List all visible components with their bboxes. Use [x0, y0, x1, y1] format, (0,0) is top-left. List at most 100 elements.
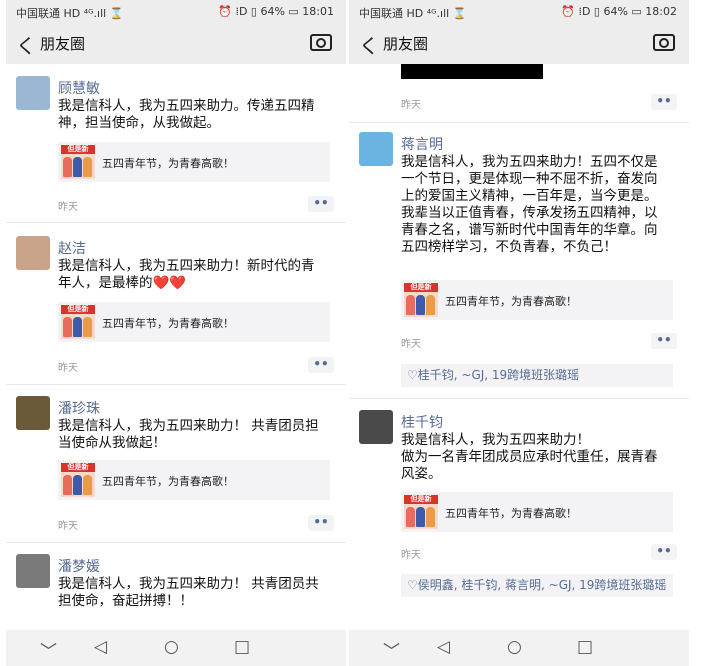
shared-link-thumbnail: 但是新 — [404, 495, 438, 529]
back-arrow-icon[interactable]: く — [359, 30, 379, 59]
moments-feed[interactable]: 昨天 •• 蒋言明 我是信科人，我为五四来助力！五四不仅是一个节日，更是体现一种… — [349, 64, 689, 630]
status-carrier: 中国联通 HD ⁴ᴳ.ıll ⌛ — [359, 7, 467, 20]
poster-name[interactable]: 潘梦媛 — [58, 556, 100, 576]
avatar[interactable] — [359, 132, 393, 166]
shared-link-title: 五四青年节，为青春高歌！ — [445, 295, 577, 308]
thumbnail-banner: 但是新 — [61, 305, 95, 314]
phone-screen-left: 中国联通 HD ⁴ᴳ.ıll ⌛ ⏰ ⁞D ▯ 64% ▭ 18:01 く 朋友… — [6, 0, 346, 666]
system-nav-bar: ﹀ ◁ ○ □ — [349, 630, 689, 666]
chevron-down-icon[interactable]: ﹀ — [40, 637, 57, 662]
thumbnail-figure — [63, 475, 72, 495]
status-indicators: ⏰ ⁞D ▯ 64% ▭ 18:01 — [218, 5, 334, 18]
thumbnail-figure — [416, 295, 425, 315]
poster-name[interactable]: 潘珍珠 — [58, 398, 100, 418]
thumbnail-figure — [406, 507, 415, 527]
shared-link-card[interactable]: 但是新 五四青年节，为青春高歌！ — [58, 460, 330, 500]
thumbnail-figure — [406, 295, 415, 315]
moment-post: 桂千钧 我是信科人，我为五四来助力！ 做为一名青年团成员应承时代重任，展青春风姿… — [349, 410, 689, 630]
likes-list[interactable]: ♡桂千钧, ~GJ, 19跨境班张璐瑶 — [401, 364, 673, 387]
divider — [349, 398, 689, 399]
poster-name[interactable]: 蒋言明 — [401, 134, 443, 154]
post-time: 昨天 — [401, 550, 421, 561]
post-text: 我是信科人，我为五四来助力。传递五四精神，担当使命，从我做起。 — [58, 98, 315, 131]
page-title: 朋友圈 — [383, 35, 429, 53]
post-text: 我是信科人，我为五四来助力！ 共青团员共担使命，奋起拼搏！！ — [58, 576, 319, 609]
moment-post: 顾慧敏 我是信科人，我为五四来助力。传递五四精神，担当使命，从我做起。 但是新 … — [6, 76, 346, 226]
more-actions-button[interactable]: •• — [308, 196, 334, 212]
thumbnail-banner: 但是新 — [404, 283, 438, 292]
divider — [6, 384, 346, 385]
more-actions-button[interactable]: •• — [651, 94, 677, 110]
more-actions-button[interactable]: •• — [308, 515, 334, 531]
thumbnail-banner: 但是新 — [404, 495, 438, 504]
more-actions-button[interactable]: •• — [651, 544, 677, 560]
thumbnail-figure — [63, 157, 72, 177]
camera-icon[interactable] — [653, 34, 675, 51]
post-time: 昨天 — [401, 100, 421, 111]
nav-recent-apps-icon[interactable]: □ — [234, 637, 250, 657]
title-bar: く 朋友圈 — [6, 22, 346, 64]
poster-name[interactable]: 赵洁 — [58, 238, 86, 258]
shared-link-title: 五四青年节，为青春高歌！ — [102, 317, 234, 330]
poster-name[interactable]: 桂千钧 — [401, 412, 443, 432]
nav-home-icon[interactable]: ○ — [507, 637, 522, 657]
camera-icon[interactable] — [310, 34, 332, 51]
post-text: 我是信科人，我为五四来助力！ 做为一名青年团成员应承时代重任，展青春风姿。 — [401, 432, 658, 482]
back-arrow-icon[interactable]: く — [16, 30, 36, 59]
nav-back-icon[interactable]: ◁ — [437, 637, 450, 657]
post-time: 昨天 — [401, 339, 421, 350]
shared-link-card[interactable]: 但是新 五四青年节，为青春高歌！ — [401, 280, 673, 320]
divider — [6, 222, 346, 223]
status-bar: 中国联通 HD ⁴ᴳ.ıll ⌛ ⏰ ⁞D ▯ 64% ▭ 18:02 — [349, 0, 689, 22]
status-bar: 中国联通 HD ⁴ᴳ.ıll ⌛ ⏰ ⁞D ▯ 64% ▭ 18:01 — [6, 0, 346, 22]
thumbnail-figure — [426, 295, 435, 315]
post-text: 我是信科人，我为五四来助力！ 共青团员担当使命从我做起！ — [58, 418, 319, 451]
thumbnail-banner: 但是新 — [61, 463, 95, 472]
thumbnail-figure — [73, 475, 82, 495]
nav-back-icon[interactable]: ◁ — [94, 637, 107, 657]
poster-name[interactable]: 顾慧敏 — [58, 78, 100, 98]
more-actions-button[interactable]: •• — [651, 333, 677, 349]
shared-link-title: 五四青年节，为青春高歌！ — [102, 157, 234, 170]
shared-link-thumbnail: 但是新 — [61, 305, 95, 339]
post-time: 昨天 — [58, 363, 78, 374]
shared-link-card[interactable]: 但是新 五四青年节，为青春高歌！ — [401, 492, 673, 532]
shared-link-card[interactable]: 但是新 五四青年节，为青春高歌！ — [58, 142, 330, 182]
likes-list[interactable]: ♡侯明鑫, 桂千钧, 蒋言明, ~GJ, 19跨境班张璐瑶 — [401, 574, 673, 597]
thumbnail-figure — [83, 317, 92, 337]
avatar[interactable] — [16, 76, 50, 110]
thumbnail-figure — [83, 475, 92, 495]
shared-link-thumbnail: 但是新 — [61, 463, 95, 497]
chevron-down-icon[interactable]: ﹀ — [383, 637, 400, 662]
avatar[interactable] — [359, 410, 393, 444]
moment-post: 潘梦媛 我是信科人，我为五四来助力！ 共青团员共担使命，奋起拼搏！！ — [6, 554, 346, 630]
avatar[interactable] — [16, 236, 50, 270]
moment-post: 赵洁 我是信科人，我为五四来助力！新时代的青年人，是最棒的❤️❤️ 但是新 五四… — [6, 236, 346, 386]
status-indicators: ⏰ ⁞D ▯ 64% ▭ 18:02 — [561, 5, 677, 18]
avatar[interactable] — [16, 396, 50, 430]
shared-link-title: 五四青年节，为青春高歌！ — [102, 475, 234, 488]
moment-post: 昨天 •• — [349, 64, 689, 116]
thumbnail-banner: 但是新 — [61, 145, 95, 154]
post-text: 我是信科人，我为五四来助力！新时代的青年人，是最棒的❤️❤️ — [58, 258, 315, 291]
shared-link-card[interactable]: 但是新 五四青年节，为青春高歌！ — [58, 302, 330, 342]
more-actions-button[interactable]: •• — [308, 357, 334, 373]
shared-link-thumbnail: 但是新 — [404, 283, 438, 317]
nav-home-icon[interactable]: ○ — [164, 637, 179, 657]
shared-link-thumbnail: 但是新 — [61, 145, 95, 179]
system-nav-bar: ﹀ ◁ ○ □ — [6, 630, 346, 666]
thumbnail-figure — [73, 317, 82, 337]
thumbnail-figure — [73, 157, 82, 177]
divider — [6, 542, 346, 543]
moment-post: 潘珍珠 我是信科人，我为五四来助力！ 共青团员担当使命从我做起！ 但是新 五四青… — [6, 396, 346, 546]
thumbnail-figure — [83, 157, 92, 177]
post-time: 昨天 — [58, 202, 78, 213]
avatar[interactable] — [16, 554, 50, 588]
redacted-block — [401, 64, 543, 79]
moment-post: 蒋言明 我是信科人，我为五四来助力！五四不仅是一个节日，更是体现一种不屈不折，奋… — [349, 132, 689, 402]
phone-screen-right: 中国联通 HD ⁴ᴳ.ıll ⌛ ⏰ ⁞D ▯ 64% ▭ 18:02 く 朋友… — [349, 0, 689, 666]
nav-recent-apps-icon[interactable]: □ — [577, 637, 593, 657]
thumbnail-figure — [426, 507, 435, 527]
moments-feed[interactable]: 顾慧敏 我是信科人，我为五四来助力。传递五四精神，担当使命，从我做起。 但是新 … — [6, 64, 346, 630]
shared-link-title: 五四青年节，为青春高歌！ — [445, 507, 577, 520]
